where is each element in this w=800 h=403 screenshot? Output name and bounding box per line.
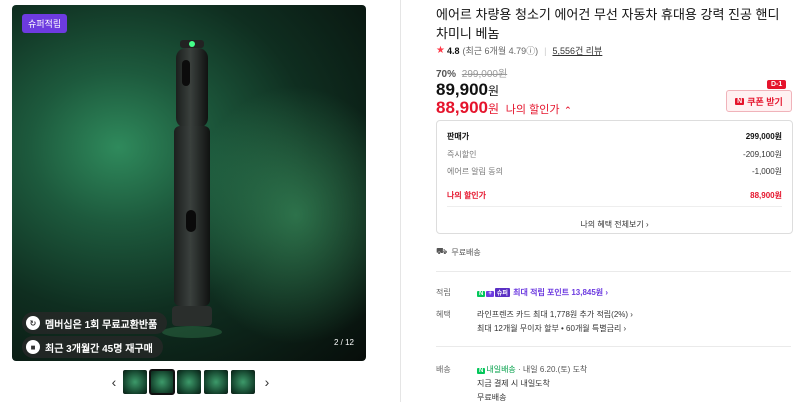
benefits-label: 혜택 <box>436 310 451 319</box>
breakdown-row: 즉시할인 -209,100원 <box>447 150 782 159</box>
chevron-right-icon[interactable]: › <box>258 374 276 390</box>
free-exchange-chip: ↻ 멤버십은 1회 무료교환반품 <box>22 312 168 334</box>
thumbnail[interactable] <box>204 370 228 394</box>
super-icon: 슈퍼 <box>494 288 510 297</box>
rating-note[interactable]: (최근 6개월 4.79ⓘ) <box>462 44 538 57</box>
product-info-panel: 에어르 차량용 청소기 에어건 무선 자동차 휴대용 강력 진공 핸디 차미니 … <box>400 0 800 402</box>
image-counter: 2 / 12 <box>333 338 354 347</box>
divider <box>436 271 791 272</box>
truck-icon: ⛟ <box>436 246 448 256</box>
chevron-up-icon: ⌃ <box>564 105 572 115</box>
breakdown-total-row: 나의 할인가 88,900원 <box>447 191 782 200</box>
delivery-label: 배송 <box>436 365 451 374</box>
chevron-left-icon[interactable]: ‹ <box>105 374 123 390</box>
view-all-benefits-link[interactable]: 나의 혜택 전체보기 › <box>437 219 792 230</box>
delivery-fee: 무료배송 <box>477 393 507 402</box>
discount-percent: 70% <box>436 69 457 80</box>
original-price-row: 70% 299,000원 <box>436 65 507 80</box>
installment-benefit-link[interactable]: 최대 12개월 무이자 할부 • 60개월 특별금리 › <box>477 323 626 334</box>
divider <box>436 346 791 347</box>
product-image-viewer[interactable]: 슈퍼적립 ↻ 멤버십은 1회 무료교환반품 ■ 최근 3개월간 45명 재구매 … <box>12 5 366 361</box>
thumbnail[interactable] <box>177 370 201 394</box>
get-coupon-button[interactable]: N 쿠폰 받기 <box>726 90 792 112</box>
points-label: 적립 <box>436 288 451 297</box>
box-icon: ■ <box>26 340 40 354</box>
repurchase-chip: ■ 최근 3개월간 45명 재구매 <box>22 336 163 358</box>
my-discount-price[interactable]: 88,900원 나의 할인가 ⌃ <box>436 98 572 118</box>
thumbnail-selected[interactable] <box>149 369 175 395</box>
product-title: 에어르 차량용 청소기 에어건 무선 자동차 휴대용 강력 진공 핸디 차미니 … <box>436 7 780 41</box>
plus-icon: + <box>486 291 494 297</box>
price-breakdown-box: 판매가 299,000원 즉시할인 -209,100원 에어르 알림 동의 -1… <box>436 120 793 234</box>
vacuum-product-image <box>162 40 222 338</box>
my-price-label: 나의 할인가 <box>505 104 560 116</box>
breakdown-row: 에어르 알림 동의 -1,000원 <box>447 167 782 176</box>
points-row[interactable]: N + 슈퍼 최대 적립 포인트 13,845원 › <box>477 287 608 298</box>
review-count-link[interactable]: 5,556건 리뷰 <box>552 44 602 57</box>
breakdown-row: 판매가 299,000원 <box>447 132 782 141</box>
thumbnail[interactable] <box>231 370 255 394</box>
original-price: 299,000원 <box>461 69 508 80</box>
delivery-note: 지금 결제 시 내일도착 <box>477 379 550 388</box>
thumbnail[interactable] <box>123 370 147 394</box>
coupon-dday-badge: D-1 <box>767 80 787 89</box>
divider: | <box>544 45 547 56</box>
refresh-icon: ↻ <box>26 316 40 330</box>
naver-n-icon: N <box>735 97 745 105</box>
npay-icon: N <box>477 368 486 374</box>
tomorrow-delivery-tag: 내일배송 <box>486 365 516 374</box>
npay-icon: N <box>477 291 486 297</box>
divider <box>447 206 782 207</box>
delivery-row: N 내일배송 · 내일 6.20.(토) 도착 <box>477 365 588 374</box>
sale-price: 89,900원 <box>436 80 500 99</box>
star-icon: ★ <box>436 45 445 56</box>
rating-value: 4.8 <box>446 45 460 56</box>
thumbnail-strip: ‹ › <box>105 369 276 395</box>
super-point-badge: 슈퍼적립 <box>22 14 68 33</box>
card-benefit-link[interactable]: 라인프렌즈 카드 최대 1,778원 추가 적립(2%) › <box>477 309 633 320</box>
rating-row: ★ 4.8 (최근 6개월 4.79ⓘ) | 5,556건 리뷰 <box>436 44 602 57</box>
shipping-summary: ⛟ 무료배송 <box>436 246 481 257</box>
